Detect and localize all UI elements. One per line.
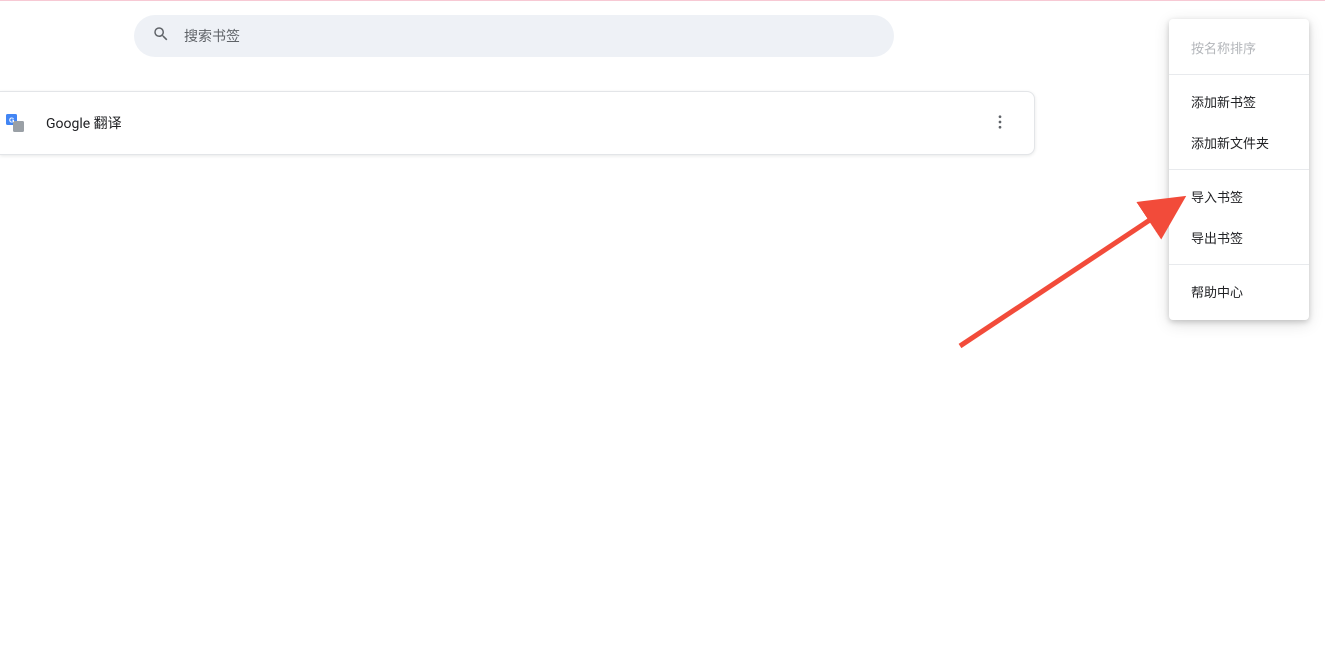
search-input[interactable]	[184, 28, 876, 44]
search-box[interactable]	[134, 15, 894, 57]
bookmark-row[interactable]: G Google 翻译	[0, 91, 1035, 155]
menu-item-sort-by-name: 按名称排序	[1169, 27, 1309, 68]
annotation-arrow-icon	[950, 186, 1190, 356]
menu-separator	[1169, 169, 1309, 170]
menu-item-add-folder[interactable]: 添加新文件夹	[1169, 122, 1309, 163]
more-vertical-icon	[991, 113, 1009, 134]
menu-item-add-bookmark[interactable]: 添加新书签	[1169, 81, 1309, 122]
search-icon	[152, 25, 170, 47]
menu-item-export-bookmarks[interactable]: 导出书签	[1169, 217, 1309, 258]
google-translate-favicon-icon: G	[6, 114, 24, 132]
menu-item-import-bookmarks[interactable]: 导入书签	[1169, 176, 1309, 217]
menu-separator	[1169, 74, 1309, 75]
bookmark-more-button[interactable]	[982, 105, 1018, 141]
search-bar-container	[0, 1, 1325, 57]
bookmarks-context-menu: 按名称排序 添加新书签 添加新文件夹 导入书签 导出书签 帮助中心	[1169, 19, 1309, 320]
bookmark-title: Google 翻译	[46, 113, 982, 133]
svg-text:G: G	[9, 118, 15, 125]
menu-separator	[1169, 264, 1309, 265]
menu-item-help-center[interactable]: 帮助中心	[1169, 271, 1309, 312]
